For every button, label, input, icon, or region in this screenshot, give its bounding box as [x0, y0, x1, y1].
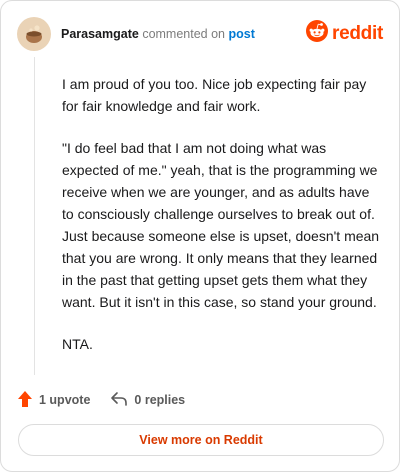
- avatar-icon[interactable]: [17, 17, 51, 51]
- replies-count: 0 replies: [134, 393, 186, 407]
- reddit-logo[interactable]: reddit: [306, 20, 383, 47]
- comment-meta: Parasamgate commented on post: [61, 27, 255, 41]
- comment-actions: 1 upvote 0 replies: [17, 389, 185, 411]
- comment-paragraph: NTA.: [62, 336, 93, 352]
- upvote-arrow-icon: [17, 390, 33, 411]
- commented-on-text: commented on: [142, 27, 225, 41]
- view-more-button[interactable]: View more on Reddit: [18, 424, 384, 456]
- comment-embed-card: Parasamgate commented on post reddit I a…: [0, 0, 400, 472]
- upvote-count: 1 upvote: [39, 393, 91, 407]
- reddit-wordmark: reddit: [332, 22, 383, 44]
- username-link[interactable]: Parasamgate: [61, 27, 139, 41]
- reply-arrow-icon: [110, 391, 128, 410]
- replies-button[interactable]: 0 replies: [110, 391, 185, 410]
- thread-line: [34, 57, 35, 375]
- reddit-logo-icon: [306, 20, 329, 47]
- comment-paragraph: I am proud of you too. Nice job expectin…: [62, 76, 367, 114]
- upvote-button[interactable]: 1 upvote: [17, 390, 90, 411]
- comment-body: I am proud of you too. Nice job expectin…: [62, 73, 382, 375]
- comment-header: Parasamgate commented on post reddit: [17, 17, 383, 51]
- comment-paragraph: "I do feel bad that I am not doing what …: [62, 140, 380, 310]
- post-link[interactable]: post: [228, 27, 254, 41]
